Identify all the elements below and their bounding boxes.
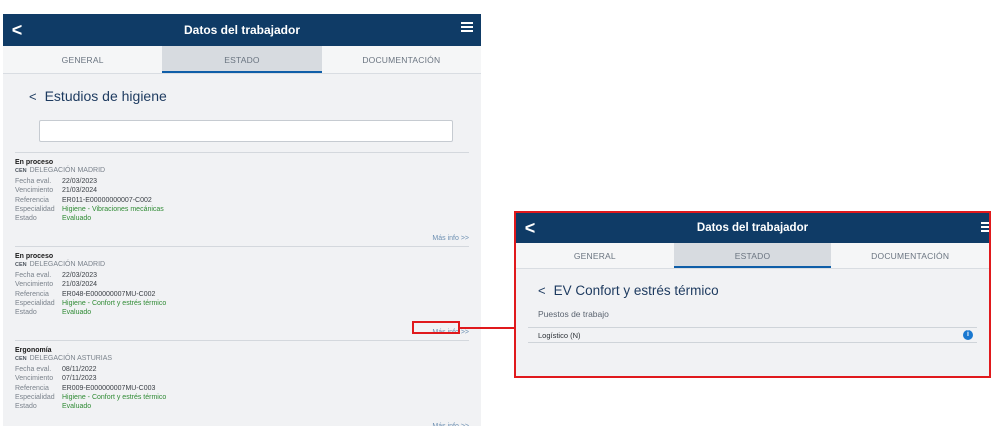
label-estado: Estado — [15, 309, 37, 317]
value-estado: Evaluado — [62, 215, 92, 223]
header-title: Datos del trabajador — [183, 23, 301, 37]
value-estado: Evaluado — [62, 403, 92, 411]
label-especialidad: Especialidad — [15, 205, 55, 213]
section-title: Estudios de higiene — [44, 88, 167, 104]
card-status: Ergonomía — [15, 347, 52, 354]
highlight-box — [412, 321, 460, 334]
study-card[interactable]: Ergonomía CEN DELEGACIÓN ASTURIAS Fecha e… — [15, 341, 469, 426]
label-vencimiento: Vencimiento — [15, 187, 54, 195]
tab-general[interactable]: GENERAL — [3, 46, 162, 73]
label-especialidad: Especialidad — [15, 393, 55, 401]
card-delegacion: CEN DELEGACIÓN ASTURIAS — [15, 355, 113, 362]
label-vencimiento: Vencimiento — [15, 375, 54, 383]
value-especialidad: Higiene - Confort y estrés térmico — [62, 299, 167, 307]
item-label: Logístico (N) — [538, 330, 581, 340]
tab-documentacion[interactable]: DOCUMENTACIÓN — [831, 243, 989, 268]
study-card[interactable]: En proceso CEN DELEGACIÓN MADRID Fecha ev… — [15, 153, 469, 247]
value-vencimiento: 21/03/2024 — [62, 187, 98, 195]
search-input[interactable] — [39, 120, 453, 142]
app-header: < Datos del trabajador — [3, 14, 481, 46]
tab-documentacion[interactable]: DOCUMENTACIÓN — [322, 46, 481, 73]
label-fecha: Fecha eval. — [15, 366, 52, 373]
app-header: < Datos del trabajador — [516, 213, 989, 243]
value-referencia: ER048-E000000007MU-C002 — [62, 290, 156, 298]
tab-estado[interactable]: ESTADO — [162, 46, 322, 73]
card-delegacion: CEN DELEGACIÓN MADRID — [15, 167, 106, 174]
cen-label: CEN — [15, 168, 27, 174]
hamburger-icon[interactable] — [981, 222, 989, 232]
label-especialidad: Especialidad — [15, 299, 55, 307]
mas-info-link[interactable]: Más info >> — [432, 235, 469, 242]
label-estado: Estado — [15, 215, 37, 223]
puestos-label: Puestos de trabajo — [538, 309, 609, 319]
study-card[interactable]: En proceso CEN DELEGACIÓN MADRID Fecha ev… — [15, 247, 469, 341]
tab-general[interactable]: GENERAL — [516, 243, 674, 268]
card-delegacion: CEN DELEGACIÓN MADRID — [15, 261, 106, 268]
value-estado: Evaluado — [62, 309, 92, 317]
cen-label: CEN — [15, 262, 27, 268]
value-referencia: ER011-E00000000007-C002 — [62, 196, 152, 204]
tab-bar: GENERAL ESTADO DOCUMENTACIÓN — [3, 46, 481, 74]
tab-bar: GENERAL ESTADO DOCUMENTACIÓN — [516, 243, 989, 269]
value-especialidad: Higiene - Vibraciones mecánicas — [62, 205, 164, 213]
list-item[interactable]: Logístico (N) i — [528, 327, 977, 343]
card-status: En proceso — [15, 159, 54, 166]
section-header: < Estudios de higiene — [3, 74, 481, 104]
section-header: < EV Confort y estrés térmico — [516, 269, 989, 298]
label-fecha: Fecha eval. — [15, 178, 52, 185]
value-vencimiento: 21/03/2024 — [62, 281, 98, 289]
value-vencimiento: 07/11/2023 — [62, 375, 97, 383]
value-fecha: 22/03/2023 — [62, 178, 98, 185]
label-referencia: Referencia — [15, 196, 49, 204]
header-title: Datos del trabajador — [696, 222, 809, 234]
cen-label: CEN — [15, 356, 27, 362]
label-referencia: Referencia — [15, 384, 49, 392]
label-fecha: Fecha eval. — [15, 272, 52, 279]
screenshot-stage: < Datos del trabajador GENERAL ESTADO DO… — [0, 0, 991, 426]
label-referencia: Referencia — [15, 290, 49, 298]
label-estado: Estado — [15, 403, 37, 411]
value-especialidad: Higiene - Confort y estrés térmico — [62, 393, 167, 401]
label-vencimiento: Vencimiento — [15, 281, 54, 289]
value-fecha: 22/03/2023 — [62, 272, 98, 279]
left-screen: < Datos del trabajador GENERAL ESTADO DO… — [3, 14, 481, 426]
tab-estado[interactable]: ESTADO — [673, 243, 832, 268]
chevron-left-icon[interactable]: < — [538, 283, 546, 298]
chevron-left-icon[interactable]: < — [29, 89, 37, 104]
value-fecha: 08/11/2022 — [62, 366, 97, 373]
info-icon[interactable]: i — [963, 330, 973, 340]
hamburger-icon[interactable] — [461, 22, 473, 32]
right-screen: < Datos del trabajador GENERAL ESTADO DO… — [514, 211, 991, 378]
section-title: EV Confort y estrés térmico — [553, 283, 719, 298]
connector-line — [460, 327, 515, 329]
value-referencia: ER009-E000000007MU-C003 — [62, 384, 156, 392]
card-status: En proceso — [15, 253, 54, 260]
